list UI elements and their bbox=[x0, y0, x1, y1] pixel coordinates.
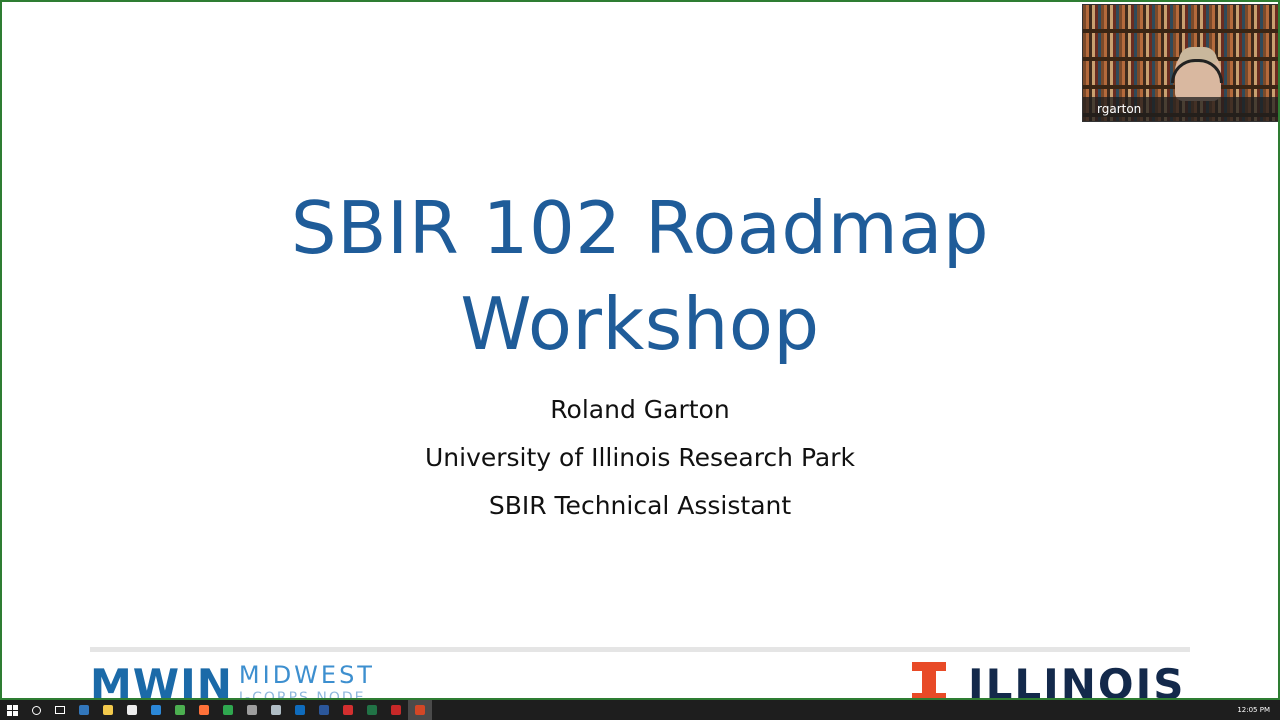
presenter-organization: University of Illinois Research Park bbox=[424, 443, 856, 472]
participant-video-tile[interactable]: rgarton bbox=[1082, 4, 1278, 122]
taskbar-clock[interactable]: 12:05 PM bbox=[1237, 700, 1270, 720]
file-explorer-icon[interactable] bbox=[96, 700, 120, 720]
mwin-logo-subtitle: MIDWEST I-CORPS NODE bbox=[238, 661, 375, 700]
notepad-icon[interactable] bbox=[240, 700, 264, 720]
block-i-icon bbox=[912, 662, 946, 698]
illinois-logo-word: ILLINOIS bbox=[968, 660, 1186, 700]
powerpoint-icon[interactable] bbox=[408, 700, 432, 720]
illinois-logo: ILLINOIS bbox=[912, 660, 1186, 700]
acrobat-icon[interactable] bbox=[336, 700, 360, 720]
mwin-logo: MWIN MIDWEST I-CORPS NODE bbox=[90, 660, 375, 700]
slide-title: SBIR 102 Roadmap Workshop bbox=[2, 180, 1278, 372]
slide-subtitle: Roland Garton University of Illinois Res… bbox=[2, 390, 1278, 534]
store-icon[interactable] bbox=[120, 700, 144, 720]
chrome-icon[interactable] bbox=[168, 700, 192, 720]
presenter-name: Roland Garton bbox=[550, 395, 730, 424]
task-view-icon[interactable] bbox=[48, 700, 72, 720]
chat-icon[interactable] bbox=[216, 700, 240, 720]
pdf-icon[interactable] bbox=[384, 700, 408, 720]
word-icon[interactable] bbox=[312, 700, 336, 720]
outlook-icon[interactable] bbox=[288, 700, 312, 720]
slide-title-line-1: SBIR 102 Roadmap bbox=[290, 186, 990, 270]
mwin-logo-sub2: I-CORPS NODE bbox=[238, 690, 366, 700]
footer-divider bbox=[90, 647, 1190, 652]
windows-start-icon[interactable] bbox=[0, 700, 24, 720]
slide-title-line-2: Workshop bbox=[460, 282, 820, 366]
app-icon[interactable] bbox=[264, 700, 288, 720]
edge-browser-icon[interactable] bbox=[72, 700, 96, 720]
mwin-logo-sub1: MIDWEST bbox=[238, 661, 375, 689]
excel-icon[interactable] bbox=[360, 700, 384, 720]
participant-video-person bbox=[1171, 47, 1223, 101]
mail-icon[interactable] bbox=[144, 700, 168, 720]
windows-taskbar: 12:05 PM bbox=[0, 700, 1280, 720]
firefox-icon[interactable] bbox=[192, 700, 216, 720]
participant-name: rgarton bbox=[1097, 102, 1142, 116]
presenter-role: SBIR Technical Assistant bbox=[488, 491, 792, 520]
cortana-search-icon[interactable] bbox=[24, 700, 48, 720]
mwin-logo-word: MWIN bbox=[90, 660, 233, 700]
shared-screen-frame: SBIR 102 Roadmap Workshop Roland Garton … bbox=[0, 0, 1280, 700]
